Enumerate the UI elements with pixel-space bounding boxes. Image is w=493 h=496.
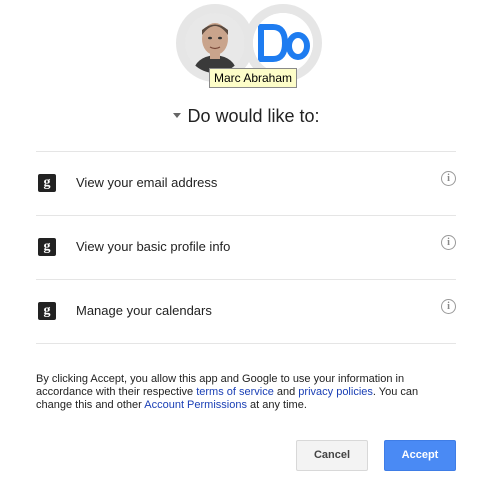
- info-icon[interactable]: i: [441, 235, 456, 250]
- permission-list: g View your email address i g View your …: [36, 151, 456, 344]
- cancel-button[interactable]: Cancel: [296, 440, 368, 471]
- consent-heading-text: Do would like to:: [187, 106, 320, 126]
- user-avatar-photo: [185, 13, 245, 73]
- info-icon[interactable]: i: [441, 171, 456, 186]
- permission-row: g View your email address i: [36, 152, 456, 216]
- permission-label: View your email address: [76, 175, 218, 190]
- privacy-policies-link[interactable]: privacy policies: [298, 386, 373, 398]
- app-logo-container: [253, 13, 313, 73]
- permission-label: View your basic profile info: [76, 239, 231, 254]
- caret-down-icon[interactable]: [173, 112, 182, 118]
- google-icon: g: [38, 174, 56, 192]
- permission-label: Manage your calendars: [76, 303, 212, 318]
- google-icon: g: [38, 238, 56, 256]
- info-icon[interactable]: i: [441, 299, 456, 314]
- user-name-tooltip: Marc Abraham: [209, 68, 298, 88]
- accept-button[interactable]: Accept: [384, 440, 456, 471]
- consent-disclaimer: By clicking Accept, you allow this app a…: [36, 373, 456, 412]
- disclaimer-text: at any time.: [246, 399, 307, 411]
- terms-of-service-link[interactable]: terms of service: [196, 386, 274, 398]
- user-photo-icon: [185, 13, 245, 73]
- disclaimer-text: and: [273, 386, 299, 398]
- do-app-logo-icon: [253, 13, 313, 73]
- consent-heading[interactable]: Do would like to:: [0, 105, 493, 127]
- permission-row: g View your basic profile info i: [36, 216, 456, 280]
- oauth-consent-dialog: Marc Abraham Do would like to: g View yo…: [0, 0, 493, 496]
- google-icon: g: [38, 302, 56, 320]
- account-permissions-link[interactable]: Account Permissions: [144, 399, 247, 411]
- permission-row: g Manage your calendars i: [36, 280, 456, 344]
